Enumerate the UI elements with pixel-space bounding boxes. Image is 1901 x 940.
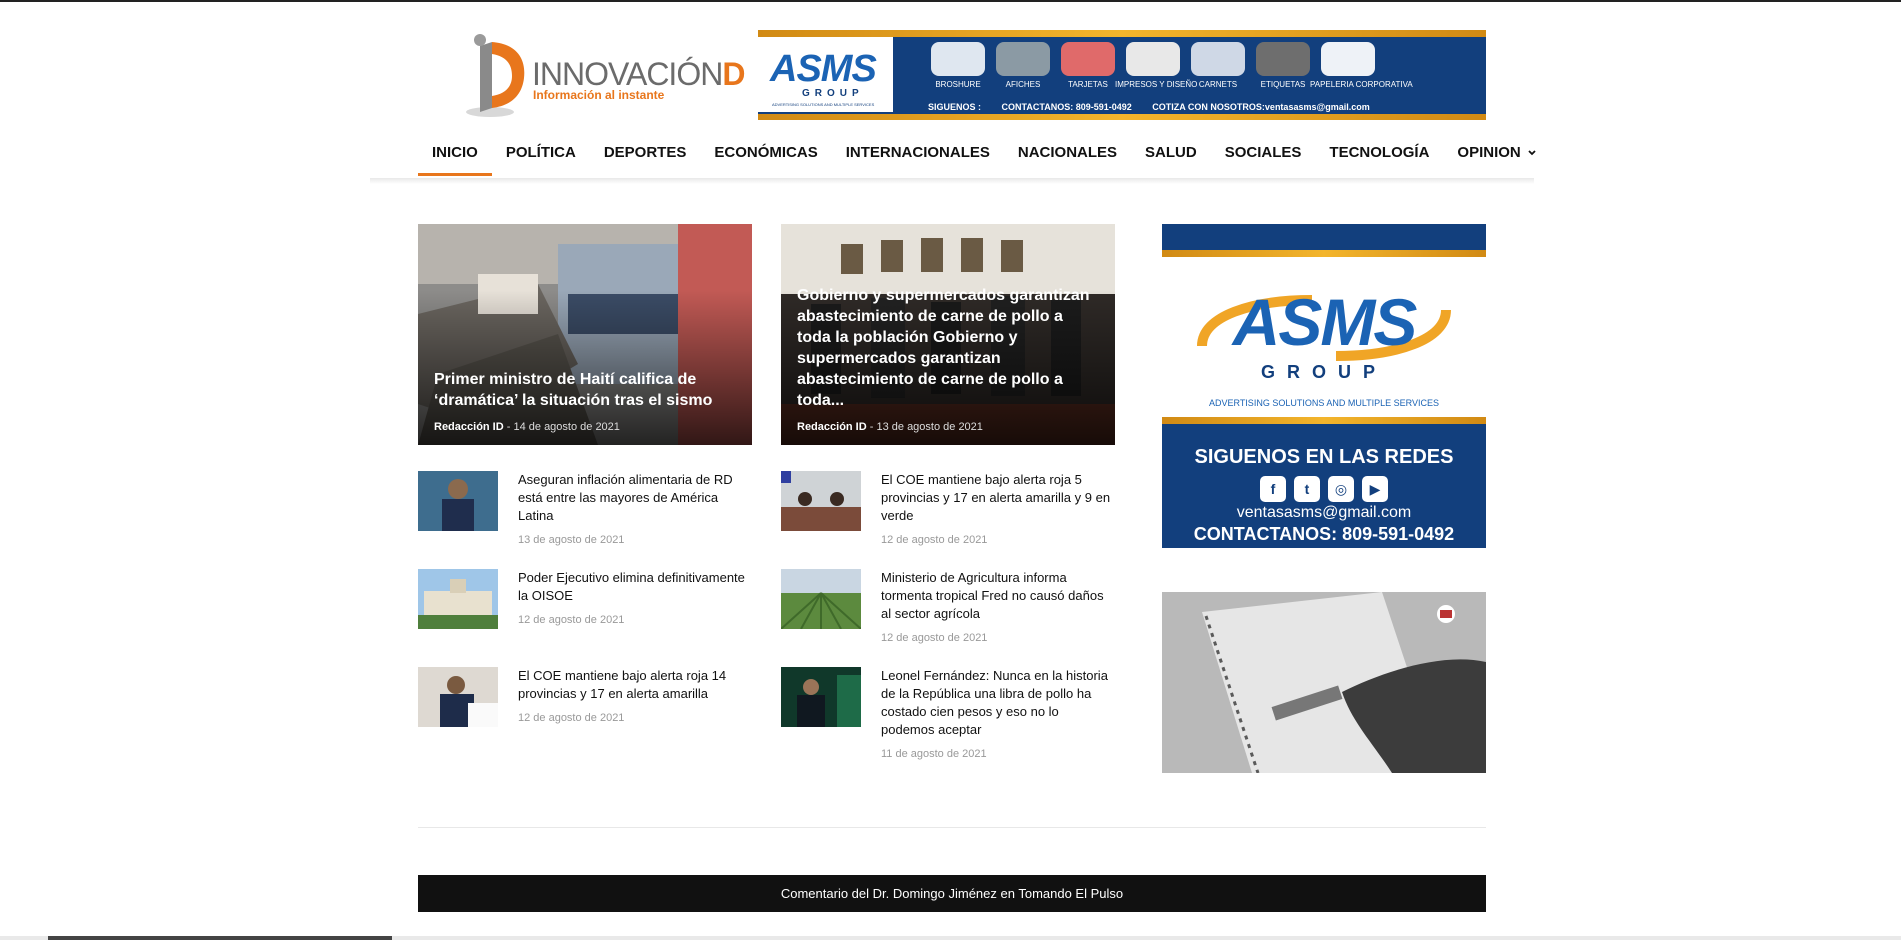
ad-social-icons: f t ◎ ▶ [1260,476,1388,502]
banner-service: BROSHURE [930,42,986,89]
banner-brand-sub: ADVERTISING SOLUTIONS AND MULTIPLE SERVI… [772,102,875,107]
scroll-indicator [48,936,392,940]
nav-item-sociales[interactable]: SOCIALES [1211,138,1316,178]
list-item-title[interactable]: El COE mantiene bajo alerta roja 5 provi… [881,471,1115,525]
post-thumbnail[interactable] [781,667,861,727]
banner-service: AFICHES [995,42,1051,89]
featured-author[interactable]: Redacción ID [434,421,504,433]
logo-tagline: Información al instante [533,88,665,102]
nav-item-salud[interactable]: SALUD [1131,138,1211,178]
banner-follow: SIGUENOS : [928,102,982,112]
list-item-title[interactable]: Poder Ejecutivo elimina definitivamente … [518,569,752,605]
list-item-date: 12 de agosto de 2021 [881,632,988,644]
id-badge-icon [1191,42,1245,76]
ad-top-band [1162,224,1486,250]
list-item-date: 12 de agosto de 2021 [518,712,625,724]
nav-item-tecnologia[interactable]: TECNOLOGÍA [1315,138,1443,178]
ad-tagline: ADVERTISING SOLUTIONS AND MULTIPLE SERVI… [1208,398,1440,408]
window-bottom-edge [0,936,1901,940]
featured-date: 14 de agosto de 2021 [513,421,620,433]
post-thumbnail[interactable] [418,569,498,629]
chevron-down-icon [1528,150,1536,156]
list-item-date: 13 de agosto de 2021 [518,534,625,546]
featured-meta: Redacción ID - 14 de agosto de 2021 [434,421,620,433]
list-item-date: 11 de agosto de 2021 [881,748,987,760]
banner-contact: CONTACTANOS: 809-591-0492 [1001,102,1132,112]
nav-item-nacionales[interactable]: NACIONALES [1004,138,1131,178]
ad-gold-stripe [1162,250,1486,257]
list-item-title[interactable]: Leonel Fernández: Nunca en la historia d… [881,667,1115,739]
card-icon [1061,42,1115,76]
post-thumbnail[interactable] [418,667,498,727]
banner-service: IMPRESOS Y DISEÑO [1115,42,1197,89]
banner-email: COTIZA CON NOSOTROS:ventasasms@gmail.com [1152,102,1370,112]
featured-post[interactable]: Primer ministro de Haití califica de ‘dr… [418,224,752,445]
facebook-icon: f [1260,476,1286,502]
list-item-title[interactable]: Aseguran inflación alimentaria de RD est… [518,471,752,525]
banner-service: CARNETS [1190,42,1246,89]
post-thumbnail[interactable] [781,471,861,531]
list-item-date: 12 de agosto de 2021 [518,614,625,626]
featured-date: 13 de agosto de 2021 [876,421,983,433]
top-border [0,0,1901,2]
banner-service: TARJETAS [1060,42,1116,89]
nav-item-opinion-label: OPINION [1457,144,1521,161]
stationery-icon [1321,42,1375,76]
ad-gold-stripe [1162,417,1486,424]
nav-item-opinion[interactable]: OPINION [1443,138,1550,178]
logo-mark-icon [466,34,525,117]
instagram-icon: ◎ [1328,476,1354,502]
nav-item-deportes[interactable]: DEPORTES [590,138,701,178]
banner-service: PAPELERIA CORPORATIVA [1310,42,1413,89]
banner-brand: ASMS [770,48,877,90]
banner-contact-row: SIGUENOS : CONTACTANOS: 809-591-0492 COT… [928,102,1388,112]
notebook-photo [1162,592,1486,773]
printer-icon [1126,42,1180,76]
banner-stripe-top [758,30,1486,37]
nav-item-internacionales[interactable]: INTERNACIONALES [832,138,1004,178]
ad-email: ventasasms@gmail.com [1236,504,1412,521]
twitter-icon: t [1294,476,1320,502]
list-item-date: 12 de agosto de 2021 [881,534,988,546]
sidebar-image-ad[interactable] [1162,592,1486,773]
video-bar[interactable]: Comentario del Dr. Domingo Jiménez en To… [418,875,1486,912]
ad-follow-text: SIGUENOS EN LAS REDES [1194,446,1454,468]
featured-post[interactable]: Gobierno y supermercados garantizan abas… [781,224,1115,445]
site-logo[interactable]: INNOVACIÓND Información al instante [460,30,745,120]
featured-meta: Redacción ID - 13 de agosto de 2021 [797,421,983,433]
sidebar-ad-asms[interactable]: ASMS GROUP ADVERTISING SOLUTIONS AND MUL… [1162,224,1486,548]
youtube-icon: ▶ [1362,476,1388,502]
main-nav: INICIO POLÍTICA DEPORTES ECONÓMICAS INTE… [418,138,1551,178]
nav-item-inicio[interactable]: INICIO [418,138,492,178]
banner-group: GROUP [802,88,864,99]
featured-title[interactable]: Primer ministro de Haití califica de ‘dr… [434,369,736,411]
list-item-title[interactable]: El COE mantiene bajo alerta roja 14 prov… [518,667,752,703]
featured-overlay [418,224,752,445]
banner-stripe-bottom [758,114,1486,120]
ad-brand: ASMS [1232,285,1418,359]
nav-shadow [370,178,1534,184]
list-item-title[interactable]: Ministerio de Agricultura informa tormen… [881,569,1115,623]
poster-icon [996,42,1050,76]
ad-contact: CONTACTANOS: 809-591-0492 [1193,524,1455,544]
banner-service: ETIQUETAS [1255,42,1311,89]
featured-title[interactable]: Gobierno y supermercados garantizan abas… [797,285,1099,411]
post-thumbnail[interactable] [781,569,861,629]
label-icon [1256,42,1310,76]
post-thumbnail[interactable] [418,471,498,531]
nav-item-politica[interactable]: POLÍTICA [492,138,590,178]
nav-item-economicas[interactable]: ECONÓMICAS [700,138,831,178]
header-ad-banner[interactable]: ASMS GROUP ADVERTISING SOLUTIONS AND MUL… [758,30,1486,120]
banner-services: BROSHURE AFICHES TARJETAS IMPRESOS Y DIS… [930,42,1413,89]
section-divider [418,827,1486,828]
brochure-icon [931,42,985,76]
ad-group: GROUP [1260,362,1387,382]
featured-author[interactable]: Redacción ID [797,421,867,433]
